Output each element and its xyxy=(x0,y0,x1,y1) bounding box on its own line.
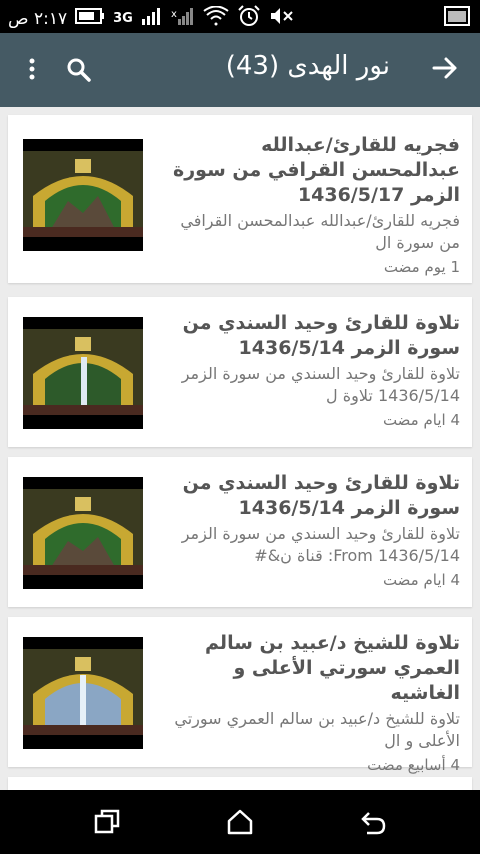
item-title[interactable]: تلاوة للقارئ وحيد السندي من سورة الزمر 1… xyxy=(158,311,460,361)
item-text: فجريه للقارئ/عبدالله عبدالمحسن القرافي م… xyxy=(158,133,460,276)
item-description: تلاوة للقارئ وحيد السندي من سورة الزمر 1… xyxy=(181,364,460,405)
item-time: 4 ايام مضت xyxy=(382,571,460,589)
item-title[interactable]: فجريه للقارئ/عبدالله عبدالمحسن القرافي م… xyxy=(158,133,460,208)
item-text: تلاوة للشيخ د/عبيد بن سالم العمري سورتي … xyxy=(158,631,460,774)
item-title[interactable]: تلاوة للشيخ د/عبيد بن سالم العمري سورتي … xyxy=(158,631,460,706)
video-thumbnail[interactable] xyxy=(23,139,143,251)
item-time: 4 أسابيع مضت xyxy=(367,756,460,774)
arrow-forward-icon[interactable] xyxy=(432,55,458,85)
thumbnail-image xyxy=(23,151,143,237)
alarm-icon xyxy=(237,5,261,32)
list-item[interactable]: تلاوة للقارئ وحيد السندي من سورة الزمر 1… xyxy=(8,457,472,607)
item-text: تلاوة للقارئ وحيد السندي من سورة الزمر 1… xyxy=(158,311,460,429)
list-item[interactable]: تلاوة للشيخ د/عبيد بن سالم العمري سورتي … xyxy=(8,617,472,774)
status-icons: ٢:١٧ ص 3G x xyxy=(8,5,295,32)
signal-2-icon: x xyxy=(171,7,195,30)
item-time: 1 يوم مضت xyxy=(383,258,460,276)
status-bar: ٢:١٧ ص 3G x xyxy=(0,0,480,33)
more-vert-icon[interactable] xyxy=(24,57,40,87)
list-item[interactable] xyxy=(8,777,472,790)
video-thumbnail[interactable] xyxy=(23,477,143,589)
item-time: 4 ايام مضت xyxy=(382,411,460,429)
svg-text:x: x xyxy=(171,9,177,20)
recents-icon[interactable] xyxy=(93,808,121,836)
item-description: تلاوة للقارئ وحيد السندي من سورة الزمر 1… xyxy=(181,524,460,565)
home-icon[interactable] xyxy=(226,808,254,836)
navigation-bar xyxy=(0,790,480,854)
list-item[interactable]: فجريه للقارئ/عبدالله عبدالمحسن القرافي م… xyxy=(8,115,472,283)
item-title[interactable]: تلاوة للقارئ وحيد السندي من سورة الزمر 1… xyxy=(158,471,460,521)
list-item[interactable]: تلاوة للقارئ وحيد السندي من سورة الزمر 1… xyxy=(8,297,472,447)
item-text: تلاوة للقارئ وحيد السندي من سورة الزمر 1… xyxy=(158,471,460,589)
video-list[interactable]: فجريه للقارئ/عبدالله عبدالمحسن القرافي م… xyxy=(0,107,480,790)
signal-icon xyxy=(141,7,163,30)
wifi-icon xyxy=(203,5,229,31)
thumbnail-image xyxy=(23,649,143,735)
app-bar: نور الهدى (43) xyxy=(0,33,480,107)
thumbnail-image xyxy=(23,329,143,415)
clock-text: ٢:١٧ ص xyxy=(8,8,68,29)
battery-icon xyxy=(75,8,105,29)
item-description: فجريه للقارئ/عبدالله عبدالمحسن القرافي م… xyxy=(180,211,460,252)
thumbnail-image xyxy=(23,489,143,575)
mute-icon xyxy=(269,6,295,31)
item-description: تلاوة للشيخ د/عبيد بن سالم العمري سورتي … xyxy=(174,709,460,750)
page-title: نور الهدى (43) xyxy=(225,51,390,81)
search-icon[interactable] xyxy=(66,57,92,87)
network-type: 3G xyxy=(113,11,133,26)
video-thumbnail[interactable] xyxy=(23,637,143,749)
back-icon[interactable] xyxy=(359,808,387,836)
video-thumbnail[interactable] xyxy=(23,317,143,429)
screenshot-icon xyxy=(444,6,470,30)
